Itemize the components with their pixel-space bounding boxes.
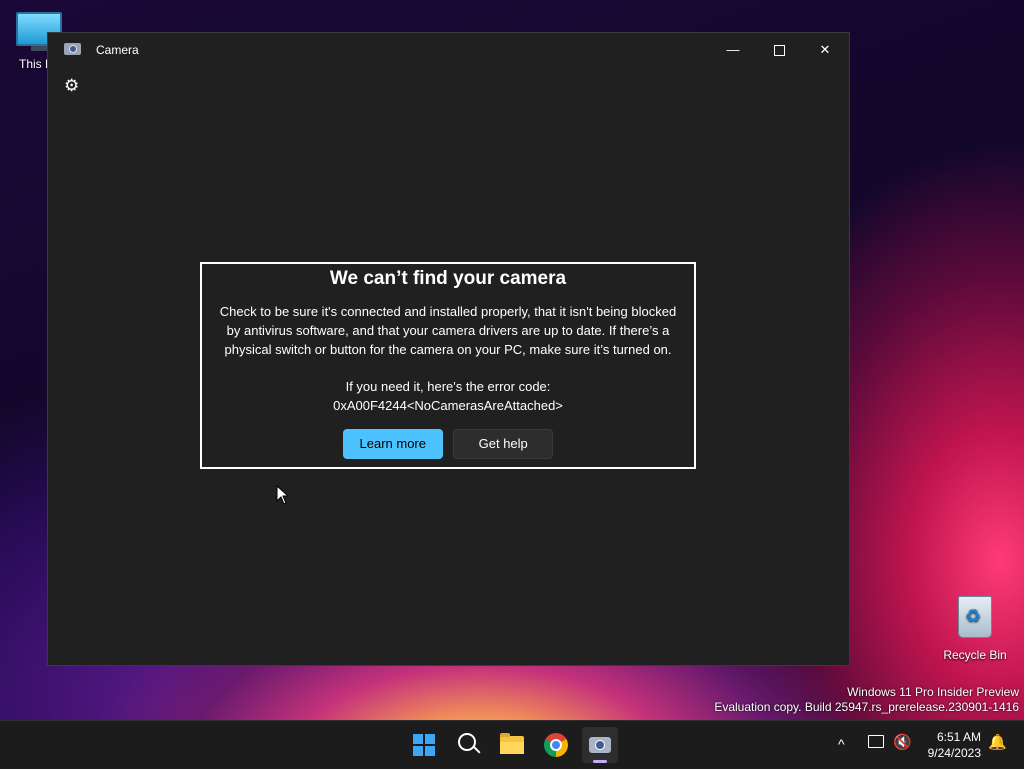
taskbar-file-explorer[interactable]: [494, 727, 530, 763]
notification-bell-icon[interactable]: 🔔: [988, 733, 1007, 751]
settings-gear-icon[interactable]: ⚙: [64, 76, 79, 96]
dialog-buttons: Learn more Get help: [202, 429, 694, 459]
folder-icon: [500, 733, 524, 754]
taskbar-search-button[interactable]: [450, 727, 486, 763]
error-description-line: physical switch or button for the camera…: [224, 342, 672, 357]
clock-date: 9/24/2023: [927, 746, 981, 760]
window-title: Camera: [96, 43, 139, 57]
volume-muted-icon[interactable]: 🔇: [893, 733, 912, 751]
close-button[interactable]: ✕: [802, 33, 848, 67]
error-code: 0xA00F4244<NoCamerasAreAttached>: [333, 398, 563, 413]
recycle-bin-icon: ♻: [958, 596, 992, 638]
start-button[interactable]: [406, 727, 442, 763]
camera-icon: [589, 737, 611, 753]
error-code-intro: If you need it, here's the error code:: [345, 379, 551, 394]
recycle-bin-label: Recycle Bin: [943, 648, 1007, 662]
error-description-line: Check to be sure it's connected and inst…: [219, 304, 677, 319]
error-description: Check to be sure it's connected and inst…: [202, 302, 694, 359]
camera-window: Camera — ✕ ⚙ We can’t find your camera C…: [47, 32, 850, 666]
taskbar-camera[interactable]: [582, 727, 618, 763]
camera-app-icon: [64, 43, 81, 55]
learn-more-button[interactable]: Learn more: [342, 429, 443, 459]
show-hidden-icons-chevron-icon[interactable]: ^: [838, 736, 845, 752]
camera-error-dialog: We can’t find your camera Check to be su…: [200, 262, 696, 469]
network-icon[interactable]: [868, 735, 884, 748]
clock-time: 6:51 AM: [936, 730, 981, 744]
get-help-button[interactable]: Get help: [453, 429, 554, 459]
evaluation-watermark: Windows 11 Pro Insider Preview Evaluatio…: [714, 685, 1019, 715]
error-description-line: by antivirus software, and that your cam…: [226, 323, 670, 338]
active-app-indicator: [593, 760, 607, 763]
taskbar: ^ 🔇 6:51 AM 9/24/2023 🔔: [0, 720, 1024, 769]
watermark-edition: Windows 11 Pro Insider Preview: [847, 685, 1019, 699]
watermark-build: Evaluation copy. Build 25947.rs_prerelea…: [714, 700, 1019, 714]
windows-logo-icon: [413, 734, 435, 756]
recycle-bin-desktop-icon[interactable]: ♻ Recycle Bin: [940, 596, 1010, 662]
search-icon: [458, 733, 476, 751]
error-title: We can’t find your camera: [329, 268, 567, 289]
taskbar-chrome[interactable]: [538, 727, 574, 763]
maximize-button[interactable]: [756, 33, 802, 67]
error-code-block: If you need it, here's the error code: 0…: [202, 377, 694, 415]
system-clock[interactable]: 6:51 AM 9/24/2023: [915, 729, 981, 761]
chrome-icon: [544, 733, 568, 757]
minimize-button[interactable]: —: [710, 33, 756, 67]
title-bar[interactable]: Camera — ✕: [48, 33, 849, 67]
maximize-icon: [773, 45, 785, 57]
